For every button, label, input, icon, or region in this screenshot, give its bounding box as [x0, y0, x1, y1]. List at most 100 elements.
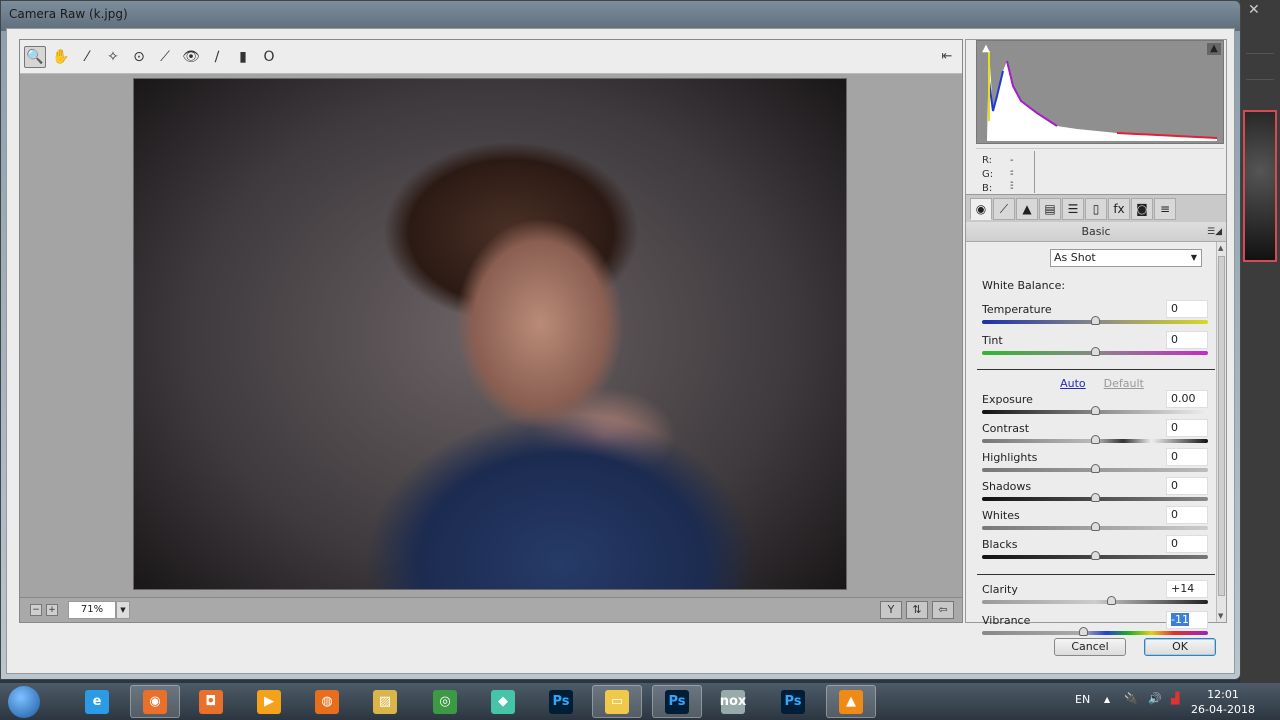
zoom-dropdown-button[interactable]: ▼: [116, 601, 130, 619]
panel-menu-icon[interactable]: ☰◢: [1207, 222, 1222, 242]
tab-basic[interactable]: ◉: [970, 198, 992, 220]
zoom-tool[interactable]: 🔍: [24, 45, 46, 68]
targeted-adjustment-tool[interactable]: ⊙: [128, 46, 150, 68]
photo-viewer-icon: ▨: [373, 689, 397, 714]
slider-value-field[interactable]: 0: [1166, 419, 1208, 437]
taskbar-screen-recorder[interactable]: ◉: [130, 685, 180, 718]
slider-handle[interactable]: [1091, 316, 1100, 325]
slider-value: +14: [1171, 582, 1195, 595]
slider-value-field[interactable]: 0: [1166, 448, 1208, 466]
volume-icon[interactable]: 🔊: [1148, 692, 1162, 705]
slider-handle[interactable]: [1091, 347, 1100, 356]
adjustment-brush-tool[interactable]: ∕: [206, 46, 228, 68]
zoom-in-button[interactable]: +: [46, 604, 58, 616]
tab-hsl[interactable]: ▤: [1039, 198, 1061, 220]
slider-label: Blacks: [982, 538, 1018, 551]
section-title: Basic: [1081, 225, 1111, 238]
slider-value: 0: [1171, 421, 1178, 434]
slider-label: Highlights: [982, 451, 1038, 464]
taskbar-firefox[interactable]: ◍: [302, 685, 352, 718]
tab-presets[interactable]: ≡: [1154, 198, 1176, 220]
slider-value: 0: [1171, 537, 1178, 550]
before-after-view-button[interactable]: Y: [880, 601, 902, 619]
red-eye-removal-tool[interactable]: 👁: [180, 46, 202, 68]
white-balance-select[interactable]: As Shot ▼: [1050, 249, 1202, 267]
slider-value-field[interactable]: 0: [1166, 506, 1208, 524]
slider-value-field[interactable]: +14: [1166, 580, 1208, 598]
slider-label: Temperature: [982, 303, 1052, 316]
scroll-down-icon[interactable]: ▼: [1218, 612, 1223, 620]
panel-scrollbar[interactable]: ▲ ▼: [1216, 242, 1226, 622]
slider-value-field[interactable]: 0: [1166, 331, 1208, 349]
slider-value-field[interactable]: 0: [1166, 300, 1208, 318]
zoom-out-button[interactable]: −: [30, 604, 42, 616]
taskbar-photoshop-2[interactable]: Ps: [652, 685, 702, 718]
slider-handle[interactable]: [1091, 435, 1100, 444]
language-indicator[interactable]: EN: [1075, 693, 1090, 706]
scrollbar-thumb[interactable]: [1218, 256, 1225, 596]
close-icon[interactable]: ✕: [1248, 2, 1260, 18]
shadow-clipping-warning[interactable]: ▲: [979, 43, 993, 55]
taskbar-vlc[interactable]: ▲: [826, 685, 876, 718]
taskbar-filmora[interactable]: ◆: [478, 685, 528, 718]
start-button[interactable]: [8, 686, 40, 718]
show-hidden-icons-button[interactable]: ▲: [1104, 695, 1110, 704]
preview-canvas[interactable]: [20, 74, 962, 597]
zoom-level-field[interactable]: 71%: [68, 601, 116, 619]
slider-value-field[interactable]: 0: [1166, 477, 1208, 495]
photoshop-1-icon: Ps: [549, 689, 573, 714]
toggle-fullscreen-button[interactable]: ⇤: [936, 45, 958, 67]
tab-lens-corrections[interactable]: ▯: [1085, 198, 1107, 220]
taskbar-media-player[interactable]: ▶: [244, 685, 294, 718]
taskbar-chrome[interactable]: ◎: [420, 685, 470, 718]
photoshop-3-icon: Ps: [781, 689, 805, 714]
tab-effects[interactable]: fx: [1108, 198, 1130, 220]
swap-settings-button[interactable]: ⇅: [906, 601, 928, 619]
taskbar-screenshot-tool[interactable]: ◘: [186, 685, 236, 718]
highlight-clipping-warning[interactable]: ▲: [1207, 43, 1221, 55]
slider-value-field[interactable]: 0.00: [1166, 390, 1208, 408]
slider-handle[interactable]: [1091, 464, 1100, 473]
slider-value-field[interactable]: -11: [1166, 611, 1208, 629]
white-balance-value: As Shot: [1054, 251, 1096, 264]
slider-handle[interactable]: [1106, 596, 1116, 605]
histogram: ▲ ▲: [976, 40, 1224, 144]
slider-handle[interactable]: [1078, 627, 1088, 636]
color-sampler-tool[interactable]: ✧: [102, 46, 124, 68]
slider-track[interactable]: [982, 600, 1208, 604]
tab-detail[interactable]: ▲: [1016, 198, 1038, 220]
slider-handle[interactable]: [1091, 406, 1100, 415]
slider-handle[interactable]: [1091, 522, 1100, 531]
slider-label: Exposure: [982, 393, 1033, 406]
network-icon[interactable]: ▟: [1171, 692, 1179, 705]
auto-link[interactable]: Auto: [1060, 377, 1086, 390]
taskbar-internet-explorer[interactable]: e: [72, 685, 122, 718]
taskbar-photoshop-1[interactable]: Ps: [536, 685, 586, 718]
taskbar-file-explorer[interactable]: ▭: [592, 685, 642, 718]
hand-tool[interactable]: ✋: [50, 46, 72, 68]
slider-handle[interactable]: [1091, 551, 1100, 560]
slider-value: 0: [1171, 450, 1178, 463]
power-icon[interactable]: 🔌: [1124, 692, 1138, 705]
slider-handle[interactable]: [1091, 493, 1100, 502]
copy-settings-button[interactable]: ⇦: [932, 601, 954, 619]
photo-preview[interactable]: [133, 78, 847, 590]
tab-tone-curve[interactable]: ⟋: [993, 198, 1015, 220]
slider-track[interactable]: [982, 631, 1208, 635]
taskbar-photoshop-3[interactable]: Ps: [768, 685, 818, 718]
slider-value: 0: [1171, 302, 1178, 315]
slider-value-field[interactable]: 0: [1166, 535, 1208, 553]
white-balance-tool[interactable]: ⁄: [76, 46, 98, 68]
straighten-tool[interactable]: ⟋: [154, 46, 176, 68]
taskbar-nox[interactable]: nox: [708, 685, 758, 718]
graduated-filter-tool[interactable]: ▮: [232, 46, 254, 68]
tab-split-toning[interactable]: ☰: [1062, 198, 1084, 220]
default-link[interactable]: Default: [1104, 377, 1144, 390]
cancel-button[interactable]: Cancel: [1054, 638, 1126, 656]
tab-camera-calibration[interactable]: ◙: [1131, 198, 1153, 220]
ok-button[interactable]: OK: [1144, 638, 1216, 656]
radial-filter-tool[interactable]: O: [258, 46, 280, 68]
clock[interactable]: 12:01 26-04-2018: [1188, 687, 1258, 717]
scroll-up-icon[interactable]: ▲: [1218, 244, 1223, 252]
taskbar-photo-viewer[interactable]: ▨: [360, 685, 410, 718]
